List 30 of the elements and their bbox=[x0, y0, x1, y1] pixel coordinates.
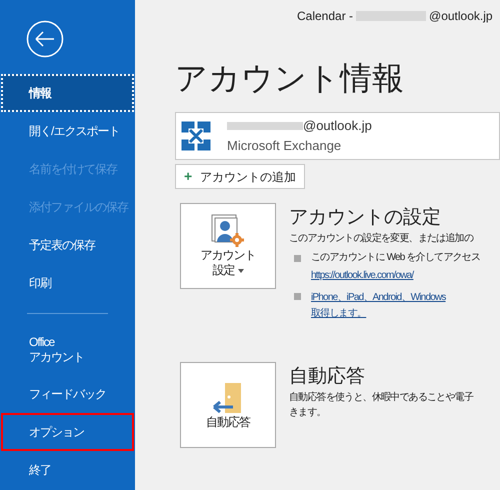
back-icon bbox=[26, 20, 64, 58]
bullet-icon bbox=[294, 255, 301, 262]
window-title: @outlook.jp bbox=[429, 8, 493, 25]
sidebar-item[interactable]: フィードバック bbox=[1, 375, 134, 413]
auto-reply-button[interactable]: 自動応答 bbox=[180, 362, 276, 448]
sidebar-item[interactable]: オプション bbox=[1, 413, 134, 451]
section-description: 自動応答を使うと、休暇中であることや電子 きます。 bbox=[289, 390, 474, 420]
back-button[interactable] bbox=[26, 20, 64, 58]
window-title: Calendar - bbox=[297, 8, 354, 25]
sidebar-item[interactable]: 予定表の保存 bbox=[1, 226, 134, 264]
section-heading: アカウントの設定 bbox=[289, 206, 442, 230]
account-settings-button[interactable]: アカウント 設定 bbox=[180, 203, 276, 289]
sidebar-item[interactable]: 印刷 bbox=[1, 264, 134, 302]
account-email: @outlook.jp bbox=[303, 117, 372, 135]
sidebar-item[interactable]: 開く/エクスポート bbox=[1, 112, 134, 150]
bullet-icon bbox=[294, 293, 301, 300]
caret-icon bbox=[238, 268, 244, 272]
account-settings-icon bbox=[211, 214, 245, 248]
account-type: Microsoft Exchange bbox=[227, 137, 342, 155]
link[interactable]: https://outlook.live.com/owa/ bbox=[311, 268, 414, 284]
page-title: アカウント情報 bbox=[175, 59, 405, 98]
bullet-text: このアカウントに Web を介してアクセス bbox=[311, 251, 480, 265]
section-description: このアカウントの設定を変更、または追加の bbox=[289, 232, 474, 246]
sidebar-item[interactable]: Office アカウント bbox=[1, 325, 134, 375]
sidebar-item[interactable]: 終了 bbox=[1, 451, 134, 489]
section-heading: 自動応答 bbox=[289, 365, 366, 389]
sidebar-item[interactable]: 情報 bbox=[1, 74, 134, 112]
redacted-block bbox=[356, 11, 426, 21]
exchange-icon bbox=[181, 121, 211, 151]
add-account-button[interactable]: + アカウントの追加 bbox=[175, 164, 306, 189]
